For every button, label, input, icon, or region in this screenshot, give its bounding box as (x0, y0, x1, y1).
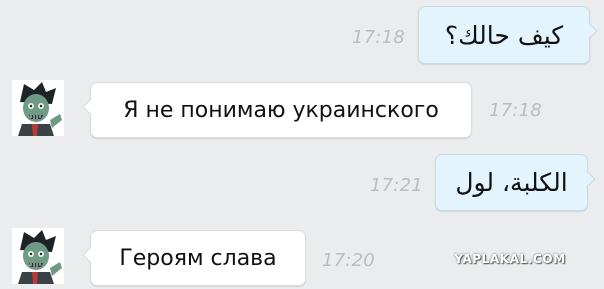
chat-conversation: 17:18 كيف حالك؟ Я не понимаю украинского… (0, 0, 604, 289)
zombie-avatar-icon (12, 80, 64, 136)
zombie-avatar-icon (12, 228, 64, 284)
outgoing-message-bubble[interactable]: كيف حالك؟ (418, 6, 598, 64)
message-timestamp: 17:20 (322, 250, 375, 271)
bubble-tail (82, 246, 100, 264)
contact-avatar[interactable] (12, 228, 64, 284)
bubble-tail (578, 170, 596, 188)
message-text: Я не понимаю украинского (123, 97, 439, 123)
watermark: YAPLAKAL.COM (454, 252, 566, 266)
contact-avatar[interactable] (12, 80, 64, 136)
message-text: كيف حالك؟ (444, 20, 564, 50)
outgoing-message-bubble[interactable]: الكلبة، لول (435, 154, 596, 211)
incoming-message-bubble[interactable]: Я не понимаю украинского (82, 82, 472, 138)
message-text: الكلبة، لول (455, 168, 568, 197)
bubble-tail (82, 98, 100, 116)
message-timestamp: 17:18 (352, 27, 405, 48)
message-timestamp: 17:21 (370, 175, 423, 196)
incoming-message-bubble[interactable]: Героям слава (82, 230, 306, 286)
message-text: Героям слава (119, 245, 277, 271)
bubble-tail (580, 22, 598, 40)
message-timestamp: 17:18 (489, 100, 542, 121)
